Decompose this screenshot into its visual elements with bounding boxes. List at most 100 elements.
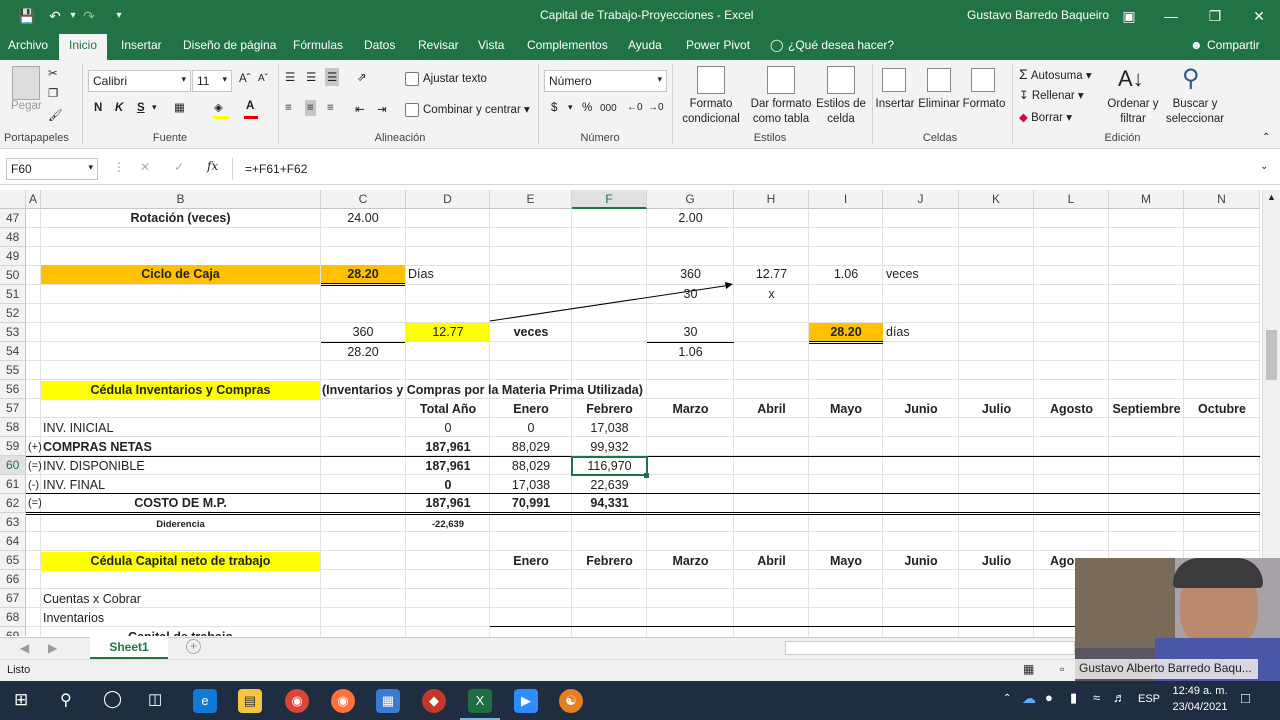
cell-b65[interactable]: Cédula Capital neto de trabajo	[41, 552, 320, 571]
font-name-select[interactable]: Calibri ▾	[88, 70, 191, 92]
formula-input[interactable]: =+F61+F62	[245, 162, 307, 176]
increase-decimal-icon[interactable]: ←0	[627, 102, 643, 113]
currency-dropdown-icon[interactable]: ▾	[568, 102, 573, 113]
select-all-corner[interactable]	[0, 190, 26, 209]
find-select-label1[interactable]: Buscar y	[1160, 98, 1230, 110]
column-header-b[interactable]: B	[41, 190, 321, 209]
sort-filter-label2[interactable]: filtrar	[1103, 113, 1163, 125]
tray-app-icon[interactable]: ●	[1045, 690, 1053, 705]
cell-h65[interactable]: Abril	[734, 552, 809, 571]
tab-ayuda[interactable]: Ayuda	[628, 38, 662, 52]
autosum-button[interactable]: Σ Autosuma ▾	[1019, 66, 1092, 82]
tab-power-pivot[interactable]: Power Pivot	[686, 38, 750, 52]
notification-icon[interactable]: □	[1241, 690, 1250, 707]
row-header-57[interactable]: 57	[0, 399, 26, 418]
sheet-tab-sheet1[interactable]: Sheet1	[90, 637, 168, 659]
decrease-indent-icon[interactable]: ⇤	[355, 102, 365, 116]
tab-datos[interactable]: Datos	[364, 38, 395, 52]
cell-f60[interactable]: 116,970	[572, 457, 647, 476]
shrink-font-icon[interactable]: Aˇ	[258, 73, 268, 84]
cell-f65[interactable]: Febrero	[572, 552, 647, 571]
conditional-format-label2[interactable]: condicional	[676, 113, 746, 125]
cell-d58[interactable]: 0	[406, 419, 490, 438]
clear-button[interactable]: ◆ Borrar ▾	[1019, 110, 1072, 124]
cell-n57[interactable]: Octubre	[1184, 400, 1260, 419]
scroll-up-icon[interactable]: ▲	[1267, 192, 1276, 202]
search-icon[interactable]: ⚲	[60, 690, 72, 710]
cell-k65[interactable]: Julio	[959, 552, 1034, 571]
fill-button[interactable]: ↧ Rellenar ▾	[1019, 88, 1084, 102]
underline-dropdown-icon[interactable]: ▾	[152, 102, 157, 113]
cell-b56[interactable]: Cédula Inventarios y Compras	[41, 381, 320, 400]
cell-i65[interactable]: Mayo	[809, 552, 883, 571]
row-header-49[interactable]: 49	[0, 247, 26, 266]
row-header-66[interactable]: 66	[0, 570, 26, 589]
column-header-g[interactable]: G	[647, 190, 734, 209]
chrome-icon[interactable]: ◉	[285, 689, 309, 713]
wrap-text-button[interactable]: Ajustar texto	[405, 72, 487, 86]
row-header-52[interactable]: 52	[0, 304, 26, 323]
paste-button[interactable]: Pegar	[11, 100, 42, 112]
cell-g65[interactable]: Marzo	[647, 552, 734, 571]
tray-chevron-icon[interactable]: ⌃	[1003, 693, 1011, 704]
cell-g53[interactable]: 30	[647, 323, 734, 342]
cell-h51[interactable]: x	[734, 285, 809, 304]
cell-m57[interactable]: Septiembre	[1109, 400, 1184, 419]
row-header-69[interactable]: 69	[0, 627, 26, 636]
cell-b62[interactable]: COSTO DE M.P.	[41, 494, 320, 513]
row-header-63[interactable]: 63	[0, 513, 26, 532]
number-format-select[interactable]: Número ▾	[544, 70, 667, 92]
firefox-icon[interactable]: ◉	[331, 689, 355, 713]
cell-i57[interactable]: Mayo	[809, 400, 883, 419]
cell-b59[interactable]: COMPRAS NETAS	[43, 438, 152, 457]
cell-b47[interactable]: Rotación (veces)	[41, 209, 320, 228]
name-box[interactable]: F60 ▾	[6, 158, 98, 180]
scroll-thumb[interactable]	[1266, 330, 1277, 380]
row-header-64[interactable]: 64	[0, 532, 26, 551]
row-header-51[interactable]: 51	[0, 285, 26, 304]
cell-b68[interactable]: Inventarios	[43, 609, 104, 628]
tab-diseno[interactable]: Diseño de página	[183, 38, 276, 52]
font-color-icon[interactable]: A	[246, 100, 254, 112]
cell-c47[interactable]: 24.00	[321, 209, 405, 228]
row-header-56[interactable]: 56	[0, 380, 26, 399]
cell-b50[interactable]: Ciclo de Caja	[41, 265, 320, 284]
tab-complementos[interactable]: Complementos	[527, 38, 608, 52]
cell-g51[interactable]: 30	[647, 285, 734, 304]
page-layout-icon[interactable]: ▫	[1060, 662, 1064, 676]
column-header-j[interactable]: J	[883, 190, 959, 209]
find-select-label2[interactable]: seleccionar	[1160, 113, 1230, 125]
cell-e57[interactable]: Enero	[490, 400, 572, 419]
cell-d59[interactable]: 187,961	[406, 438, 490, 457]
excel-taskbar-icon[interactable]: X	[468, 689, 492, 713]
cell-d60[interactable]: 187,961	[406, 457, 490, 476]
row-header-50[interactable]: 50	[0, 266, 26, 285]
cell-styles-label2[interactable]: celda	[808, 113, 874, 125]
cell-b58[interactable]: INV. INICIAL	[43, 419, 113, 438]
cell-d50[interactable]: Días	[408, 265, 434, 284]
cortana-icon[interactable]: ◯	[103, 689, 122, 709]
cell-j50[interactable]: veces	[886, 265, 919, 284]
close-icon[interactable]: ✕	[1250, 7, 1268, 25]
cell-a61[interactable]: (-)	[28, 476, 39, 495]
align-center-icon[interactable]: ≡	[305, 100, 316, 116]
sort-filter-label1[interactable]: Ordenar y	[1103, 98, 1163, 110]
percent-button[interactable]: %	[582, 102, 592, 114]
align-middle-icon[interactable]: ☰	[306, 70, 316, 84]
cell-f59[interactable]: 99,932	[572, 438, 647, 457]
save-icon[interactable]: 💾	[18, 7, 36, 25]
cell-b69[interactable]: Capital de trabajo	[41, 628, 320, 636]
normal-view-icon[interactable]: ▦	[1023, 662, 1034, 676]
tab-formulas[interactable]: Fórmulas	[293, 38, 343, 52]
maximize-icon[interactable]: ❐	[1206, 7, 1224, 25]
task-view-icon[interactable]: ◫	[148, 690, 162, 708]
clock-date[interactable]: 23/04/2021	[1170, 701, 1230, 713]
cell-g47[interactable]: 2.00	[647, 209, 734, 228]
tab-revisar[interactable]: Revisar	[418, 38, 459, 52]
borders-icon[interactable]: ▦	[174, 100, 185, 114]
cell-f57[interactable]: Febrero	[572, 400, 647, 419]
fill-color-icon[interactable]: ◈	[214, 100, 223, 114]
cell-h50[interactable]: 12.77	[734, 265, 809, 284]
app2-icon[interactable]: ☯	[559, 689, 583, 713]
wifi-icon[interactable]: ≈	[1093, 690, 1100, 705]
